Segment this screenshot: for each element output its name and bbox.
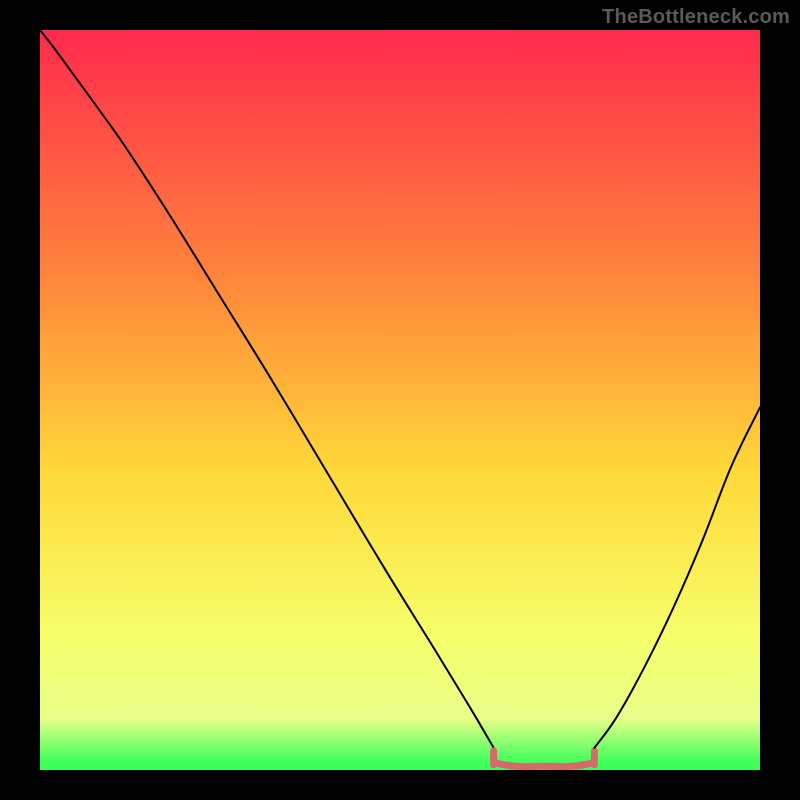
watermark-text: TheBottleneck.com [602,6,790,29]
bottleneck-chart [40,30,760,770]
series-flat-segment [494,763,595,767]
chart-background [40,30,760,770]
chart-frame: TheBottleneck.com [0,0,800,800]
